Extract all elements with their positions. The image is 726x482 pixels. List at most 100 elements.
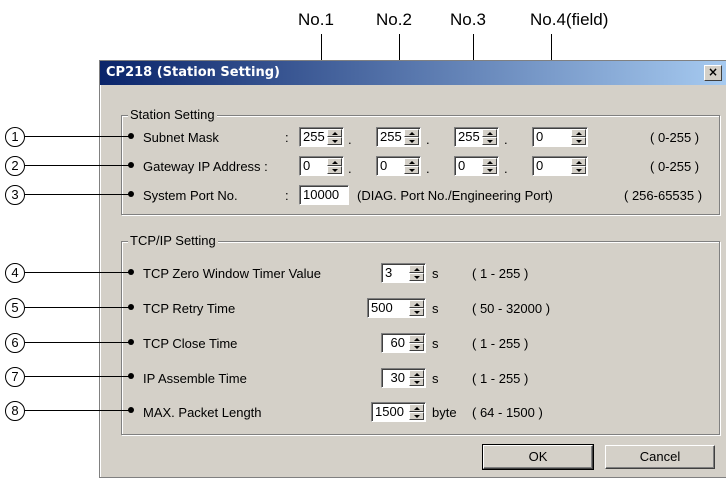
spin-up-icon[interactable] [409,404,424,412]
tcp-close-time-value: 60 [390,335,405,350]
tcp-zero-window-label: TCP Zero Window Timer Value [143,266,321,281]
max-packet-length-input[interactable]: 1500 [371,402,426,422]
callout-3-dot [128,191,134,197]
spin-down-icon[interactable] [571,137,586,145]
spin-up-icon[interactable] [571,129,586,137]
callout-6: 6 [5,333,25,353]
system-port-colon: : [285,188,289,203]
callout-1-dot [128,133,134,139]
ok-button[interactable]: OK [482,444,594,470]
tcp-retry-time-value: 500 [371,300,393,315]
spin-down-icon[interactable] [409,378,424,386]
gateway-octet-1-input[interactable]: 0 [299,156,344,176]
spin-down-icon[interactable] [409,273,424,281]
max-packet-length-range: ( 64 - 1500 ) [472,405,543,420]
spin-up-icon[interactable] [482,158,497,166]
gateway-octet-3-value: 0 [458,158,466,173]
tcp-zero-window-value: 3 [385,265,393,280]
max-packet-length-label: MAX. Packet Length [143,405,262,420]
tcp-zero-window-input[interactable]: 3 [381,263,426,283]
ip-assemble-time-input[interactable]: 30 [381,368,426,388]
gateway-octet-3-spinner[interactable] [482,158,497,174]
subnet-octet-1-spinner[interactable] [327,129,342,145]
column-label-no2: No.2 [376,10,412,29]
callout-5-line [25,307,131,308]
gateway-octet-2-value: 0 [380,158,388,173]
subnet-octet-3-value: 255 [458,129,480,144]
octet-dot: . [348,161,352,176]
ip-assemble-time-unit: s [432,371,439,386]
spin-up-icon[interactable] [482,129,497,137]
spin-down-icon[interactable] [409,308,424,316]
spin-up-icon[interactable] [409,265,424,273]
spin-down-icon[interactable] [571,166,586,174]
tcp-close-time-input[interactable]: 60 [381,333,426,353]
spin-up-icon[interactable] [404,129,419,137]
spin-up-icon[interactable] [327,158,342,166]
close-button[interactable]: × [704,65,722,81]
subnet-octet-1-input[interactable]: 255 [299,127,344,147]
gateway-octet-2-spinner[interactable] [404,158,419,174]
tcp-retry-time-label: TCP Retry Time [143,301,236,316]
gateway-octet-3-input[interactable]: 0 [454,156,499,176]
tcp-zero-window-spinner[interactable] [409,265,424,281]
subnet-octet-1-value: 255 [303,129,325,144]
spin-down-icon[interactable] [482,137,497,145]
title-bar[interactable]: CP218 (Station Setting) × [100,61,726,85]
spin-down-icon[interactable] [404,166,419,174]
subnet-octet-2-input[interactable]: 255 [376,127,421,147]
tcp-retry-time-input[interactable]: 500 [367,298,426,318]
spin-down-icon[interactable] [327,137,342,145]
subnet-octet-4-spinner[interactable] [571,129,586,145]
spin-down-icon[interactable] [409,343,424,351]
callout-1: 1 [5,127,25,147]
spin-up-icon[interactable] [571,158,586,166]
spin-up-icon[interactable] [409,370,424,378]
gateway-octet-1-value: 0 [303,158,311,173]
spin-up-icon[interactable] [409,335,424,343]
callout-2: 2 [5,156,25,176]
subnet-octet-2-value: 255 [380,129,402,144]
gateway-octet-4-spinner[interactable] [571,158,586,174]
column-label-no3: No.3 [450,10,486,29]
spin-up-icon[interactable] [327,129,342,137]
tcp-close-time-unit: s [432,336,439,351]
subnet-octet-4-value: 0 [536,129,544,144]
callout-8-dot [128,407,134,413]
spin-down-icon[interactable] [404,137,419,145]
column-label-no1: No.1 [298,10,334,29]
ip-assemble-time-label: IP Assemble Time [143,371,247,386]
ip-assemble-time-spinner[interactable] [409,370,424,386]
subnet-octet-3-input[interactable]: 255 [454,127,499,147]
tcp-close-time-spinner[interactable] [409,335,424,351]
spin-down-icon[interactable] [327,166,342,174]
spin-up-icon[interactable] [409,300,424,308]
callout-5: 5 [5,298,25,318]
subnet-range: ( 0-255 ) [650,130,700,145]
gateway-octet-1-spinner[interactable] [327,158,342,174]
gateway-ip-label: Gateway IP Address : [143,159,268,174]
tcp-retry-time-unit: s [432,301,439,316]
tcp-zero-window-unit: s [432,266,439,281]
callout-7-line [25,376,131,377]
callout-2-line [25,165,131,166]
system-port-input[interactable]: 10000 [299,185,349,205]
spin-down-icon[interactable] [482,166,497,174]
subnet-octet-2-spinner[interactable] [404,129,419,145]
ip-assemble-time-range: ( 1 - 255 ) [472,371,529,386]
callout-4: 4 [5,263,25,283]
max-packet-length-value: 1500 [375,404,404,419]
tcp-close-time-range: ( 1 - 255 ) [472,336,529,351]
subnet-octet-3-spinner[interactable] [482,129,497,145]
max-packet-length-spinner[interactable] [409,404,424,420]
callout-3: 3 [5,185,25,205]
gateway-octet-2-input[interactable]: 0 [376,156,421,176]
gateway-octet-4-input[interactable]: 0 [532,156,588,176]
spin-down-icon[interactable] [409,412,424,420]
cancel-button[interactable]: Cancel [605,445,715,469]
callout-3-line [25,194,131,195]
callout-6-dot [128,339,134,345]
spin-up-icon[interactable] [404,158,419,166]
subnet-octet-4-input[interactable]: 0 [532,127,588,147]
tcp-retry-time-spinner[interactable] [409,300,424,316]
